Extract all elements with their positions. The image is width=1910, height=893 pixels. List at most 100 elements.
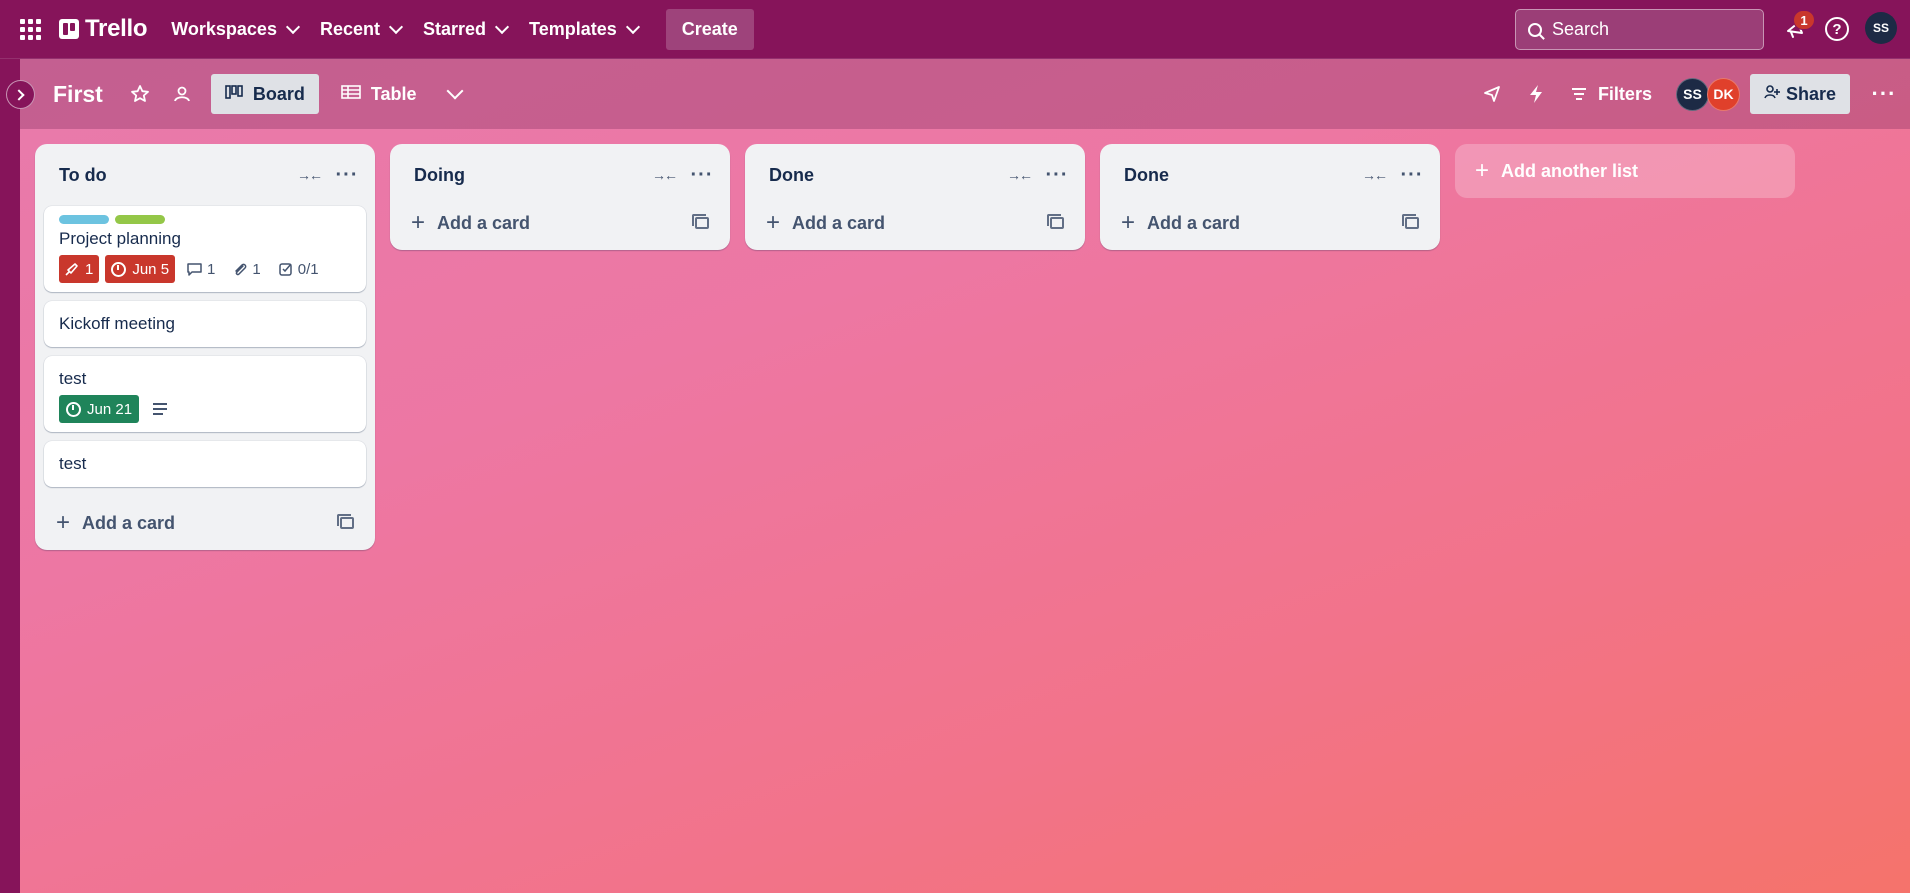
plus-icon: + [1121,209,1136,236]
add-card-label: Add a card [1147,212,1241,233]
list-title[interactable]: To do [59,165,294,186]
search-input[interactable]: Search [1515,9,1764,50]
automation-icon[interactable] [1520,78,1552,110]
trello-logo-icon [59,19,79,39]
board-view-icon [225,84,243,104]
nav-templates-menu[interactable]: Templates [518,9,649,49]
filter-icon [1571,88,1586,100]
add-member-icon [1764,84,1780,105]
clock-icon [111,261,127,277]
due-date-badge[interactable]: Jun 21 [59,395,140,423]
nav-starred-label: Starred [423,18,487,39]
board-header-actions: Filters SS DK Share ··· [1476,59,1910,129]
help-icon[interactable]: ? [1825,17,1849,41]
list-footer: + Add a card [390,196,730,250]
board-view-tab[interactable]: Board [210,74,319,114]
checklist-badge: 0/1 [273,255,325,283]
collapse-list-icon[interactable]: →← [1004,160,1034,190]
card-badges: Jun 21 [59,395,351,423]
trello-logo[interactable]: Trello [59,13,148,45]
add-list-label: Add another list [1501,160,1639,181]
collapse-list-icon[interactable]: →← [294,160,324,190]
trello-logo-text: Trello [85,15,148,42]
workspace-visibility-icon[interactable] [166,78,198,110]
nav-menu: Workspaces Recent Starred Templates [160,9,649,49]
create-from-template-icon[interactable] [1397,208,1427,238]
board-view-label: Board [252,83,305,104]
description-icon [153,403,168,415]
board-header: First Board Table Filters SS DK Share ··… [20,59,1910,129]
list-actions-icon[interactable]: ··· [687,160,717,190]
votes-count: 1 [85,260,94,278]
label-blue[interactable] [59,215,109,224]
board-title[interactable]: First [53,81,103,108]
plus-icon: + [1475,157,1490,184]
nav-recent-label: Recent [319,18,380,39]
list-actions-icon[interactable]: ··· [332,160,362,190]
card-title: test [59,454,87,473]
create-button[interactable]: Create [665,8,754,50]
chevron-down-icon [446,82,464,100]
card-title: Kickoff meeting [59,314,175,333]
search-icon [1528,22,1542,37]
list-actions-icon[interactable]: ··· [1042,160,1072,190]
nav-recent-menu[interactable]: Recent [309,9,412,49]
collapse-list-icon[interactable]: →← [649,160,679,190]
plus-icon: + [766,209,781,236]
collapse-list-icon[interactable]: →← [1359,160,1389,190]
filters-label: Filters [1597,83,1652,104]
board-menu-icon[interactable]: ··· [1864,74,1904,114]
add-card-label: Add a card [437,212,531,233]
nav-workspaces-label: Workspaces [171,18,277,39]
more-views-button[interactable] [437,76,473,112]
pin-icon [65,263,78,276]
add-card-button[interactable]: + Add a card [766,211,1042,235]
nav-starred-menu[interactable]: Starred [412,9,518,49]
list-title[interactable]: Doing [414,165,649,186]
card-test[interactable]: test [44,441,366,487]
account-avatar[interactable]: SS [1865,12,1897,44]
plus-icon: + [411,209,426,236]
nav-templates-label: Templates [529,18,617,39]
power-ups-icon[interactable] [1476,78,1508,110]
share-button[interactable]: Share [1749,74,1850,114]
filters-button[interactable]: Filters [1566,74,1658,114]
app-switcher-icon[interactable] [17,16,43,42]
list-title[interactable]: Done [1124,165,1359,186]
table-view-tab[interactable]: Table [327,74,431,114]
member-avatar[interactable]: DK [1706,77,1740,111]
list-footer: + Add a card [1100,196,1440,250]
card-project-planning[interactable]: Project planning 1 Jun 5 1 1 0/1 [44,206,366,292]
comments-count: 1 [207,260,216,278]
expand-sidebar-button[interactable] [6,80,35,109]
notifications-button[interactable]: 1 [1779,10,1815,46]
nav-workspaces-menu[interactable]: Workspaces [160,9,309,49]
due-date-badge[interactable]: Jun 5 [105,255,176,283]
attachments-count: 1 [252,260,261,278]
comments-badge: 1 [181,255,221,283]
add-card-button[interactable]: + Add a card [56,511,332,535]
label-green[interactable] [115,215,165,224]
list-actions-icon[interactable]: ··· [1397,160,1427,190]
attachments-badge: 1 [227,255,266,283]
add-another-list-button[interactable]: + Add another list [1455,144,1795,198]
create-from-template-icon[interactable] [332,508,362,538]
table-view-icon [341,84,361,104]
list-to-do: To do →← ··· Project planning 1 Jun 5 1 … [35,144,375,550]
add-card-button[interactable]: + Add a card [1121,211,1397,235]
star-board-icon[interactable] [124,78,156,110]
card-test[interactable]: test Jun 21 [44,356,366,432]
search-placeholder: Search [1552,19,1610,39]
create-from-template-icon[interactable] [687,208,717,238]
card-list: Project planning 1 Jun 5 1 1 0/1 Kickoff… [35,206,375,487]
checklist-progress: 0/1 [297,260,319,278]
card-kickoff-meeting[interactable]: Kickoff meeting [44,301,366,347]
plus-icon: + [56,509,71,536]
chevron-down-icon [625,19,640,34]
create-from-template-icon[interactable] [1042,208,1072,238]
list-title[interactable]: Done [769,165,1004,186]
member-avatar[interactable]: SS [1675,77,1709,111]
chevron-down-icon [388,19,404,34]
add-card-button[interactable]: + Add a card [411,211,687,235]
list-header: To do →← ··· [35,144,375,206]
